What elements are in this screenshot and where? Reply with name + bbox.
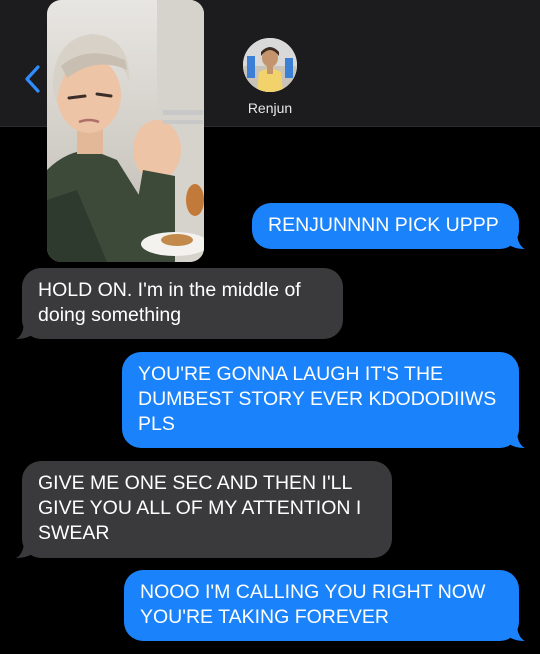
video-call-thumbnail xyxy=(47,0,204,262)
message-text: doing something xyxy=(38,304,182,326)
message-bubble-incoming[interactable]: HOLD ON. I'm in the middle of doing some… xyxy=(16,268,343,339)
message-bubble-outgoing[interactable]: NOOO I'M CALLING YOU RIGHT NOW YOU'RE TA… xyxy=(124,570,525,641)
contact-name[interactable]: Renjun xyxy=(230,100,310,116)
facetime-preview[interactable] xyxy=(47,0,204,262)
message-text: DUMBEST STORY EVER KDODODIIWS xyxy=(138,388,497,410)
message-text: GIVE ME ONE SEC AND THEN I'LL xyxy=(38,472,353,494)
message-text: SWEAR xyxy=(38,522,110,544)
message-text: GIVE YOU ALL OF MY ATTENTION I xyxy=(38,497,362,519)
message-text: RENJUNNNN PICK UPPP xyxy=(268,214,499,236)
message-bubble-outgoing[interactable]: YOU'RE GONNA LAUGH IT'S THE DUMBEST STOR… xyxy=(122,352,525,448)
bubble-tail xyxy=(505,623,525,641)
message-bubble-incoming[interactable]: GIVE ME ONE SEC AND THEN I'LL GIVE YOU A… xyxy=(16,461,392,558)
message-text: YOU'RE GONNA LAUGH IT'S THE xyxy=(138,363,444,385)
back-button[interactable] xyxy=(20,62,46,96)
message-text: NOOO I'M CALLING YOU RIGHT NOW xyxy=(140,581,486,603)
bubble-tail xyxy=(16,540,36,558)
avatar-photo xyxy=(243,38,297,92)
message-bubble-outgoing[interactable]: RENJUNNNN PICK UPPP xyxy=(252,203,525,249)
contact-avatar[interactable] xyxy=(243,38,297,92)
bubble-tail xyxy=(505,430,525,448)
message-text: HOLD ON. I'm in the middle of xyxy=(38,279,301,301)
chevron-left-icon xyxy=(25,65,40,93)
bubble-tail xyxy=(505,231,525,249)
bubble-tail xyxy=(16,321,36,339)
message-text: YOU'RE TAKING FOREVER xyxy=(140,606,389,628)
message-text: PLS xyxy=(138,413,175,435)
